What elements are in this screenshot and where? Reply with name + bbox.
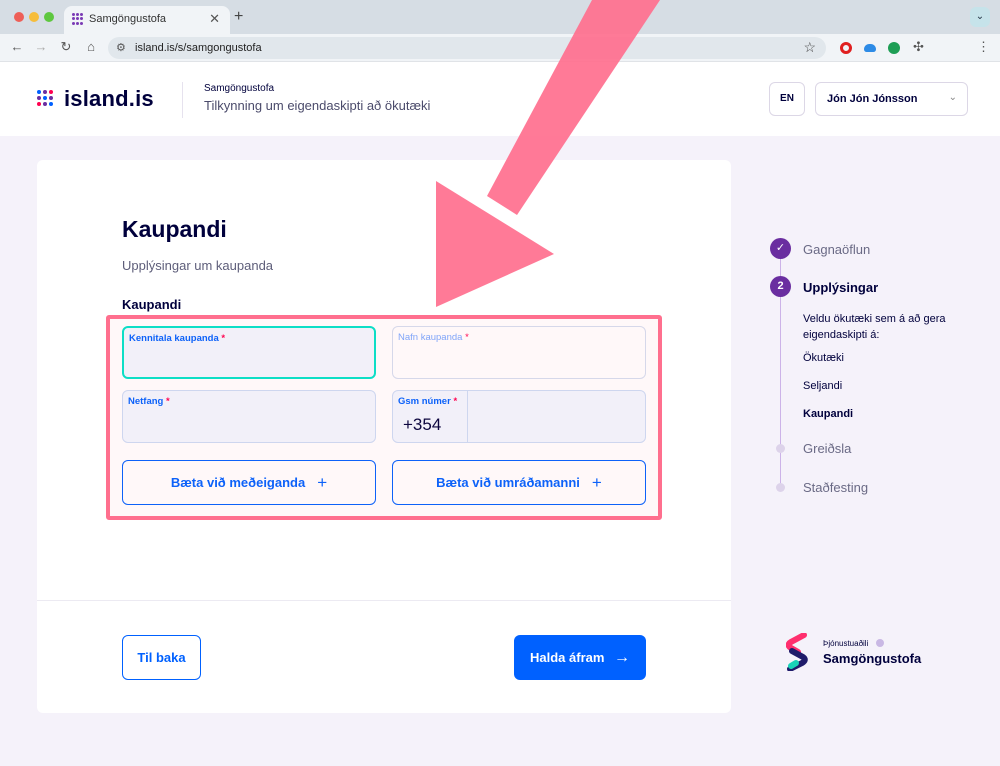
back-arrow-icon[interactable]: ← — [8, 39, 26, 54]
step-payment: Greiðsla — [803, 441, 852, 456]
opera-extension-icon[interactable] — [840, 42, 852, 54]
continue-label: Halda áfram — [530, 650, 605, 665]
arrow-right-icon: → — [614, 649, 630, 666]
page-subtitle: Upplýsingar um kaupanda — [122, 258, 274, 273]
site-settings-icon[interactable]: ⚙ — [116, 41, 126, 54]
step-number: 2 — [770, 276, 791, 297]
form-stepper: ✓ Gagnaöflun 2 Upplýsingar Veldu ökutæki… — [770, 238, 990, 498]
provider-label: Þjónustuaðili — [823, 639, 869, 648]
user-name: Jón Jón Jónsson — [827, 93, 918, 105]
continue-button[interactable]: Halda áfram → — [514, 635, 646, 680]
header-divider — [182, 82, 183, 118]
home-icon[interactable]: ⌂ — [82, 39, 100, 54]
language-button[interactable]: EN — [769, 82, 805, 116]
browser-tab[interactable]: Samgöngustofa ✕ — [64, 6, 230, 34]
cloud-extension-icon[interactable] — [864, 44, 876, 52]
header-form-name: Tilkynning um eigendaskipti að ökutæki — [204, 98, 431, 113]
new-tab-button[interactable]: + — [234, 8, 243, 26]
checkmark-icon: ✓ — [770, 238, 791, 259]
bookmark-star-icon[interactable]: ☆ — [803, 39, 816, 56]
step-dot — [776, 444, 785, 453]
step-connector — [780, 259, 781, 276]
green-extension-icon[interactable] — [888, 42, 900, 54]
tab-search-button[interactable]: ⌄ — [970, 7, 990, 27]
footer-divider — [37, 600, 731, 601]
zoom-window-button[interactable] — [44, 12, 54, 22]
island-logo-text[interactable]: island.is — [64, 86, 154, 112]
minimize-window-button[interactable] — [29, 12, 39, 22]
page-title: Kaupandi — [122, 216, 227, 242]
browser-titlebar: Samgöngustofa ✕ + ⌄ — [0, 0, 1000, 34]
chevron-down-icon: ⌄ — [948, 92, 957, 103]
substep-buyer[interactable]: Kaupandi — [803, 408, 853, 420]
island-logo-icon[interactable] — [37, 90, 53, 106]
provider-name: Samgöngustofa — [823, 651, 922, 666]
substep-seller[interactable]: Seljandi — [803, 380, 842, 392]
tab-close-icon[interactable]: ✕ — [209, 11, 220, 27]
substep-vehicle[interactable]: Ökutæki — [803, 352, 844, 364]
back-button[interactable]: Til baka — [122, 635, 201, 680]
info-icon[interactable] — [876, 639, 884, 647]
site-header: island.is Samgöngustofa Tilkynning um ei… — [0, 62, 1000, 136]
step-information[interactable]: Upplýsingar — [803, 280, 878, 295]
browser-toolbar: ← → ↻ ⌂ ⚙ island.is/s/samgongustofa ☆ ✣ … — [0, 34, 1000, 62]
close-window-button[interactable] — [14, 12, 24, 22]
reload-icon[interactable]: ↻ — [57, 39, 75, 55]
step-confirmation: Staðfesting — [803, 480, 869, 495]
substep-description: Veldu ökutæki sem á að gera eigendaskipt… — [803, 313, 946, 341]
address-bar[interactable]: ⚙ island.is/s/samgongustofa ☆ — [108, 37, 826, 59]
step-dot — [776, 483, 785, 492]
header-org-name: Samgöngustofa — [204, 83, 275, 94]
step-data-collection[interactable]: Gagnaöflun — [803, 242, 870, 257]
extensions-puzzle-icon[interactable]: ✣ — [913, 39, 924, 55]
samgongustofa-logo-icon — [786, 633, 808, 671]
island-favicon-icon — [72, 13, 84, 25]
more-menu-icon[interactable]: ⋮ — [977, 39, 990, 55]
highlight-box — [106, 315, 662, 520]
user-menu-button[interactable]: Jón Jón Jónsson ⌄ — [815, 82, 968, 116]
step-connector — [780, 297, 781, 487]
forward-arrow-icon[interactable]: → — [32, 39, 50, 54]
tab-title: Samgöngustofa — [89, 13, 167, 25]
section-label: Kaupandi — [122, 297, 182, 312]
url-text[interactable]: island.is/s/samgongustofa — [135, 42, 262, 54]
